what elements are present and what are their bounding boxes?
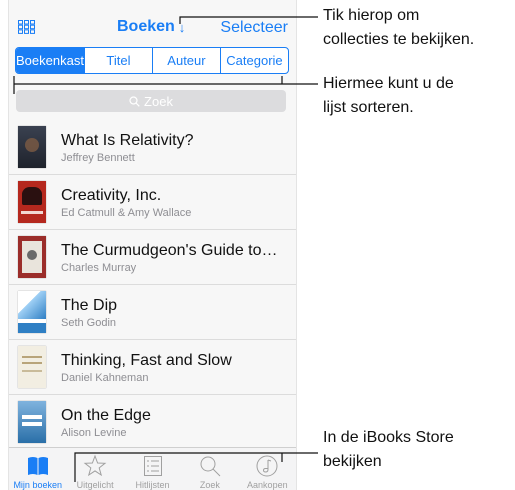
ibooks-screen: Boeken ↓ Selecteer Boekenkast Titel Aute… — [8, 0, 297, 490]
book-list: What Is Relativity? Jeffrey Bennett Crea… — [9, 120, 296, 449]
collections-grid-icon[interactable] — [18, 20, 35, 34]
callout-collections: Tik hierop om collecties te bekijken. — [323, 4, 474, 52]
book-author: Charles Murray — [61, 262, 137, 274]
tab-search[interactable]: Zoek — [181, 448, 238, 490]
book-icon — [27, 457, 48, 475]
search-placeholder: Zoek — [144, 93, 173, 109]
book-cover — [18, 181, 46, 223]
select-button[interactable]: Selecteer — [220, 19, 288, 37]
navigation-bar: Boeken ↓ Selecteer — [9, 0, 296, 42]
callout-line-text: In de iBooks Store — [323, 429, 454, 446]
segment-category[interactable]: Categorie — [219, 48, 288, 73]
tab-bar: Mijn boeken Uitgelicht Hitlijsten Zoek A… — [9, 447, 296, 490]
tab-label: Uitgelicht — [76, 480, 114, 490]
segment-title[interactable]: Titel — [83, 48, 152, 73]
collections-title-button[interactable]: Boeken ↓ — [117, 18, 185, 36]
tab-label: Zoek — [199, 480, 220, 490]
search-icon — [200, 456, 221, 477]
search-icon — [129, 95, 140, 107]
callout-line-text: lijst sorteren. — [323, 99, 414, 116]
callout-line-text: Tik hierop om — [323, 7, 420, 24]
book-title: Thinking, Fast and Slow — [61, 352, 232, 369]
book-row[interactable]: The Dip Seth Godin — [9, 284, 296, 339]
book-row[interactable]: On the Edge Alison Levine — [9, 394, 296, 449]
tab-featured[interactable]: Uitgelicht — [66, 448, 123, 490]
collections-title: Boeken — [117, 18, 175, 35]
sort-segmented-control: Boekenkast Titel Auteur Categorie — [15, 47, 289, 74]
book-author: Alison Levine — [61, 427, 127, 439]
segment-author[interactable]: Auteur — [151, 48, 220, 73]
book-title: The Curmudgeon's Guide to… — [61, 242, 278, 259]
book-row[interactable]: Creativity, Inc. Ed Catmull & Amy Wallac… — [9, 174, 296, 229]
callout-line-text: collecties te bekijken. — [323, 31, 475, 48]
tab-label: Mijn boeken — [13, 480, 62, 490]
tab-label: Hitlijsten — [135, 480, 170, 490]
tab-my-books[interactable]: Mijn boeken — [9, 448, 66, 490]
star-icon — [83, 454, 107, 477]
arrow-down-icon: ↓ — [178, 19, 186, 35]
list-icon — [143, 456, 162, 476]
book-title: Creativity, Inc. — [61, 187, 162, 204]
book-title: What Is Relativity? — [61, 132, 194, 149]
search-field[interactable]: Zoek — [16, 90, 286, 112]
purchases-icon — [256, 455, 278, 477]
book-row[interactable]: What Is Relativity? Jeffrey Bennett — [9, 120, 296, 174]
book-cover — [18, 126, 46, 168]
segment-bookshelf[interactable]: Boekenkast — [16, 48, 84, 73]
book-author: Seth Godin — [61, 317, 117, 329]
book-cover — [18, 346, 46, 388]
tab-label: Aankopen — [247, 480, 288, 490]
book-cover — [18, 236, 46, 278]
book-author: Jeffrey Bennett — [61, 152, 135, 164]
callout-sort: Hiermee kunt u de lijst sorteren. — [323, 72, 454, 120]
callout-line-text: Hiermee kunt u de — [323, 75, 454, 92]
book-author: Daniel Kahneman — [61, 372, 149, 384]
callout-line-text: bekijken — [323, 453, 382, 470]
tab-charts[interactable]: Hitlijsten — [124, 448, 181, 490]
book-title: On the Edge — [61, 407, 151, 424]
book-row[interactable]: Thinking, Fast and Slow Daniel Kahneman — [9, 339, 296, 394]
book-title: The Dip — [61, 297, 118, 314]
callout-store: In de iBooks Store bekijken — [323, 426, 454, 474]
book-author: Ed Catmull & Amy Wallace — [61, 207, 192, 219]
tab-purchases[interactable]: Aankopen — [239, 448, 296, 490]
book-cover — [18, 291, 46, 333]
book-cover — [18, 401, 46, 443]
book-row[interactable]: The Curmudgeon's Guide to… Charles Murra… — [9, 229, 296, 284]
